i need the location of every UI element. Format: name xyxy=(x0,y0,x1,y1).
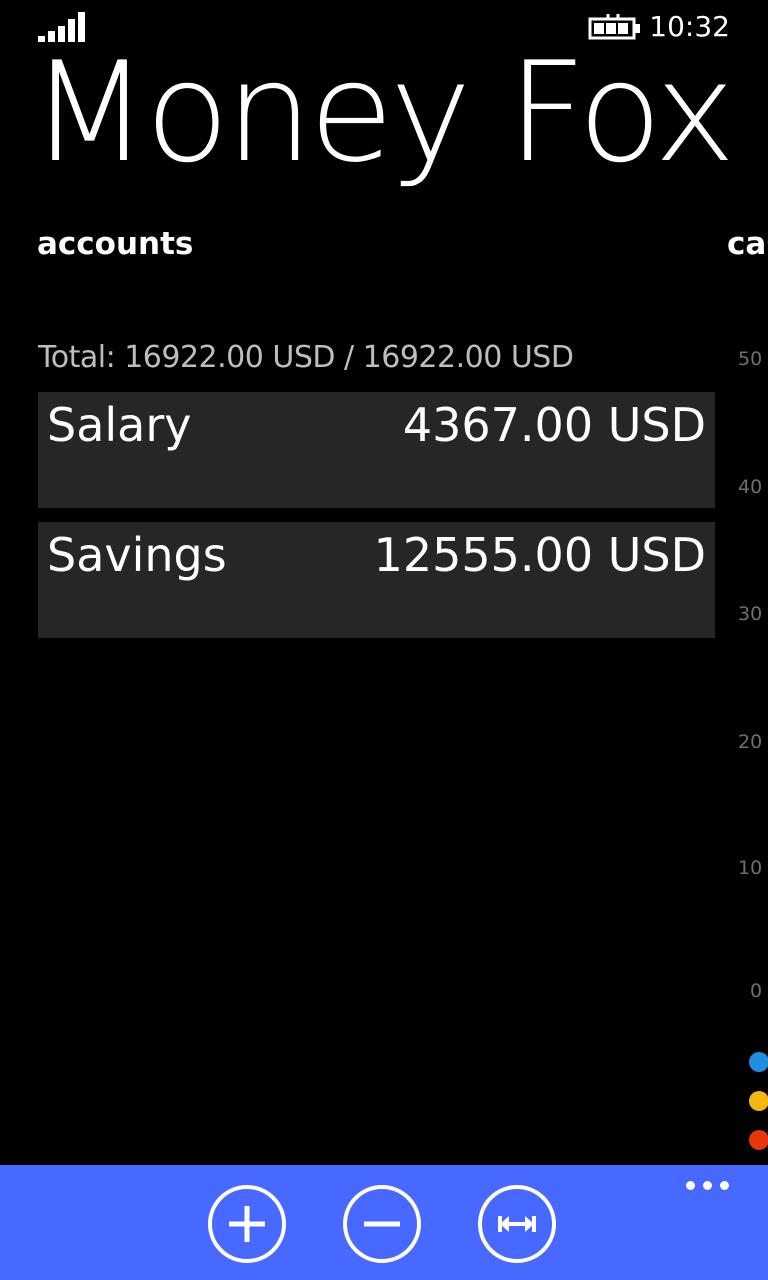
tick-label: 50 xyxy=(738,348,763,370)
tick-label: 20 xyxy=(738,731,763,753)
remove-icon xyxy=(364,1221,400,1227)
transfer-icon xyxy=(498,1216,536,1232)
account-balance: 4367.00 USD xyxy=(402,398,706,452)
account-name: Salary xyxy=(47,398,192,452)
app-bar xyxy=(0,1165,768,1280)
tick-label: 30 xyxy=(738,603,763,625)
legend-dot xyxy=(749,1052,768,1072)
tick-label: 0 xyxy=(750,980,763,1002)
tick-label: 40 xyxy=(738,476,763,498)
transfer-button[interactable] xyxy=(478,1185,556,1263)
pivot-header-accounts[interactable]: accounts xyxy=(37,226,193,262)
chart-peek: 50 40 30 20 10 0 xyxy=(725,340,768,1160)
accounts-total: Total: 16922.00 USD / 16922.00 USD xyxy=(38,340,574,375)
ellipsis-icon[interactable] xyxy=(686,1181,730,1193)
account-tile-salary[interactable]: Salary 4367.00 USD xyxy=(38,392,715,508)
tick-label: 10 xyxy=(738,857,763,879)
account-tile-savings[interactable]: Savings 12555.00 USD xyxy=(38,522,715,638)
account-name: Savings xyxy=(47,528,227,582)
legend-dot xyxy=(749,1091,768,1111)
app-title: Money Fox xyxy=(30,32,736,193)
account-balance: 12555.00 USD xyxy=(373,528,706,582)
pivot-header-next[interactable]: cas xyxy=(727,226,768,262)
remove-button[interactable] xyxy=(343,1185,421,1263)
add-icon xyxy=(229,1206,265,1242)
add-button[interactable] xyxy=(208,1185,286,1263)
legend-dot xyxy=(749,1130,768,1150)
